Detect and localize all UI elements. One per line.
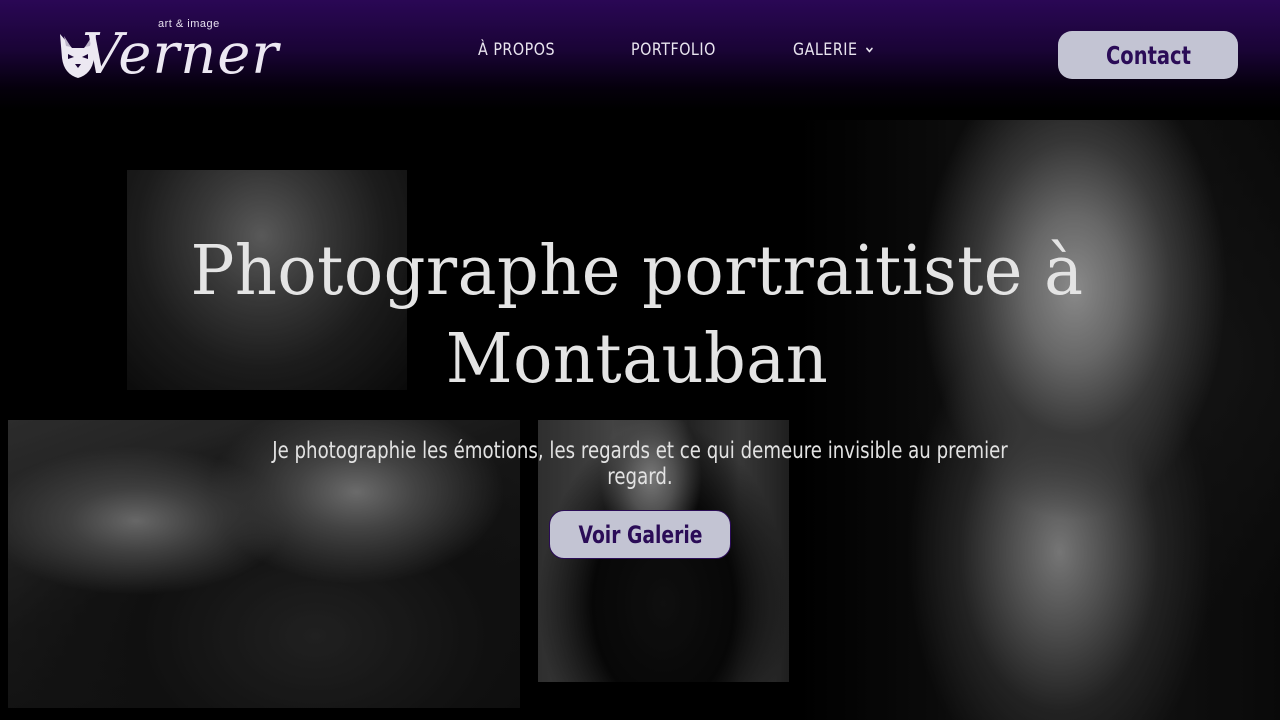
nav-item-label: PORTFOLIO [630, 40, 716, 60]
logo-wordmark: Verner [82, 22, 280, 87]
chevron-down-icon [865, 47, 873, 53]
site-header: art & image Verner À PROPOS PORTFOLIO GA… [0, 0, 1280, 110]
nav-item-label: GALERIE [792, 40, 858, 60]
contact-button[interactable]: Contact [1058, 31, 1238, 79]
main-nav: À PROPOS PORTFOLIO GALERIE [478, 40, 889, 60]
hero-subtitle-text: Je photographie les émotions, les regard… [272, 438, 1008, 490]
view-gallery-button[interactable]: Voir Galerie [549, 510, 731, 559]
view-gallery-button-label: Voir Galerie [578, 520, 702, 549]
site-logo[interactable]: art & image Verner [54, 18, 278, 92]
nav-item-portfolio[interactable]: PORTFOLIO [631, 40, 716, 60]
nav-item-galerie[interactable]: GALERIE [793, 40, 873, 60]
page: art & image Verner À PROPOS PORTFOLIO GA… [0, 0, 1280, 720]
contact-button-label: Contact [1105, 40, 1191, 70]
hero-title: Photographe portraitiste à Montauban [100, 228, 1174, 404]
hero-title-text: Photographe portraitiste à Montauban [190, 232, 1084, 399]
nav-item-label: À PROPOS [478, 40, 556, 60]
portrait-photo-woman-profile [790, 120, 1280, 720]
hero-subtitle: Je photographie les émotions, les regard… [140, 438, 1140, 490]
nav-item-a-propos[interactable]: À PROPOS [478, 40, 555, 60]
